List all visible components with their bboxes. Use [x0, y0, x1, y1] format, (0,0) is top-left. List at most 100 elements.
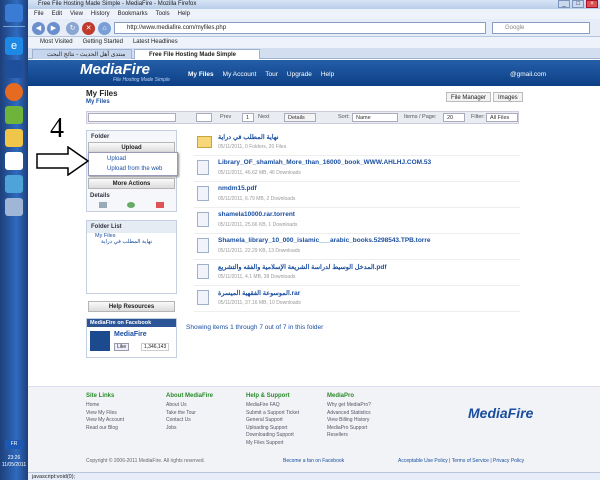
facebook-name[interactable]: MediaFire [114, 331, 147, 338]
nav-my-files[interactable]: My Files [188, 71, 214, 78]
breadcrumb[interactable]: My Files [86, 99, 110, 105]
details-edit-icon[interactable] [99, 202, 108, 208]
file-icon [197, 264, 209, 279]
file-name[interactable]: Library_OF_shamlah_More_than_16000_book_… [218, 159, 431, 166]
footer-link[interactable]: View My Files [86, 410, 117, 416]
upload-menu-item[interactable]: Upload [107, 156, 126, 162]
menu-bookmarks[interactable]: Bookmarks [118, 9, 148, 19]
bookmark-getting-started[interactable]: Getting Started [83, 37, 123, 48]
minimize-icon[interactable]: _ [558, 0, 570, 8]
back-icon[interactable]: ◀ [32, 22, 45, 35]
file-row[interactable]: المدخل الوسيط لدراسة الشريعة الإسلامية و… [194, 260, 520, 286]
file-row[interactable]: الموسوعة الفقهية الميسرة.rar 05/11/2011, … [194, 286, 520, 312]
user-email[interactable]: @gmail.com [510, 71, 546, 78]
filter-select[interactable]: All Files [486, 113, 518, 122]
footer-link[interactable]: MediaPro Support [327, 425, 367, 431]
stop-icon[interactable]: ✕ [82, 22, 95, 35]
settings-icon[interactable] [5, 198, 23, 216]
folder-icon[interactable] [5, 129, 23, 147]
file-name[interactable]: nmdm15.pdf [218, 185, 257, 192]
menu-history[interactable]: History [91, 9, 110, 19]
footer-link[interactable]: View My Account [86, 417, 124, 423]
url-bar[interactable]: http://www.mediafire.com/myfiles.php [114, 22, 486, 34]
file-search-input[interactable] [88, 113, 176, 122]
start-icon[interactable] [5, 4, 23, 22]
facebook-box: MediaFire on Facebook MediaFire Like 1,3… [86, 318, 177, 358]
file-name[interactable]: Shamela_library_10_000_islamic___arabic_… [218, 237, 430, 244]
firefox-icon[interactable] [5, 83, 23, 101]
bookmark-latest-headlines[interactable]: Latest Headlines [133, 37, 178, 48]
footer-link[interactable]: Home [86, 402, 99, 408]
nav-tour[interactable]: Tour [265, 71, 278, 78]
footer-link[interactable]: Take the Tour [166, 410, 196, 416]
select-checkbox[interactable] [196, 113, 212, 122]
help-resources-button[interactable]: Help Resources [88, 301, 175, 312]
page-number-input[interactable]: 1 [242, 113, 254, 122]
bookmark-most-visited[interactable]: Most Visited [40, 37, 73, 48]
sort-select[interactable]: Name [352, 113, 398, 122]
ie-icon[interactable]: e [5, 37, 23, 55]
file-name[interactable]: نهاية المطلب في دراية [218, 133, 279, 141]
menu-file[interactable]: File [34, 9, 44, 19]
app-icon[interactable] [5, 175, 23, 193]
file-row[interactable]: نهاية المطلب في دراية 05/11/2011, 0 Folde… [194, 130, 520, 156]
showing-items-text: Showing items 1 through 7 out of 7 in th… [186, 324, 324, 331]
facebook-like-button[interactable]: Like [114, 343, 130, 351]
footer-link[interactable]: Downloading Support [246, 432, 294, 438]
file-name[interactable]: المدخل الوسيط لدراسة الشريعة الإسلامية و… [218, 263, 387, 271]
menu-view[interactable]: View [70, 9, 83, 19]
mediafire-logo[interactable]: MediaFire [80, 61, 150, 78]
next-button[interactable]: Next [258, 114, 269, 120]
file-name[interactable]: shamela10000.rar.torrent [218, 211, 295, 218]
footer-link[interactable]: Submit a Support Ticket [246, 410, 299, 416]
details-share-icon[interactable] [127, 202, 136, 208]
menu-edit[interactable]: Edit [52, 9, 62, 19]
file-row[interactable]: shamela10000.rar.torrent 05/11/2011, 25.6… [194, 208, 520, 234]
file-row[interactable]: Shamela_library_10_000_islamic___arabic_… [194, 234, 520, 260]
nav-upgrade[interactable]: Upgrade [287, 71, 312, 78]
footer-link[interactable]: General Support [246, 417, 283, 423]
file-name[interactable]: الموسوعة الفقهية الميسرة.rar [218, 289, 300, 297]
close-icon[interactable]: × [586, 0, 598, 8]
file-row[interactable]: Library_OF_shamlah_More_than_16000_book_… [194, 156, 520, 182]
prev-button[interactable]: Prev [220, 114, 231, 120]
maximize-icon[interactable]: □ [572, 0, 584, 8]
footer-link[interactable]: Contact Us [166, 417, 191, 423]
footer-link[interactable]: MediaFire FAQ [246, 402, 280, 408]
file-manager-button[interactable]: File Manager [446, 92, 492, 102]
footer-link[interactable]: Resellers [327, 432, 348, 438]
nav-my-account[interactable]: My Account [223, 71, 257, 78]
excel-icon[interactable] [5, 106, 23, 124]
footer-link[interactable]: About Us [166, 402, 187, 408]
facebook-fan-link[interactable]: Become a fan on Facebook [283, 458, 344, 464]
footer-link[interactable]: Uploading Support [246, 425, 287, 431]
footer-link[interactable]: Jobs [166, 425, 177, 431]
reload-icon[interactable]: ↻ [66, 22, 79, 35]
tree-child[interactable]: نهاية المطلب في دراية [87, 239, 176, 245]
images-button[interactable]: Images [493, 92, 523, 102]
footer-link[interactable]: Why get MediaPro? [327, 402, 371, 408]
legal-links[interactable]: Acceptable Use Policy | Terms of Service… [398, 458, 524, 464]
language-indicator[interactable]: FR [5, 440, 23, 449]
footer-link[interactable]: View Billing History [327, 417, 369, 423]
items-per-page-select[interactable]: 20 [443, 113, 465, 122]
upload-from-web-item[interactable]: Upload from the web [107, 166, 162, 172]
footer-link[interactable]: My Files Support [246, 440, 284, 446]
footer-link[interactable]: Advanced Statistics [327, 410, 371, 416]
footer-link[interactable]: Read our Blog [86, 425, 118, 431]
file-icon [197, 186, 209, 201]
details-button[interactable]: Details [284, 113, 316, 122]
home-icon[interactable]: ⌂ [98, 22, 111, 35]
menu-tools[interactable]: Tools [156, 9, 170, 19]
more-actions-button[interactable]: More Actions [88, 178, 175, 189]
tab-ahl-alhadith[interactable]: منتدى أهل الحديث - نتائج البحث [32, 49, 132, 59]
search-input[interactable]: Google [492, 22, 590, 34]
nav-help[interactable]: Help [321, 71, 334, 78]
tab-mediafire[interactable]: Free File Hosting Made Simple [134, 49, 260, 59]
file-row[interactable]: nmdm15.pdf 05/11/2011, 6.79 MB, 2 Downloa… [194, 182, 520, 208]
details-lock-icon[interactable] [155, 202, 164, 208]
media-player-icon[interactable] [5, 60, 23, 78]
menu-help[interactable]: Help [178, 9, 190, 19]
acrobat-icon[interactable] [5, 152, 23, 170]
forward-icon[interactable]: ▶ [47, 22, 60, 35]
